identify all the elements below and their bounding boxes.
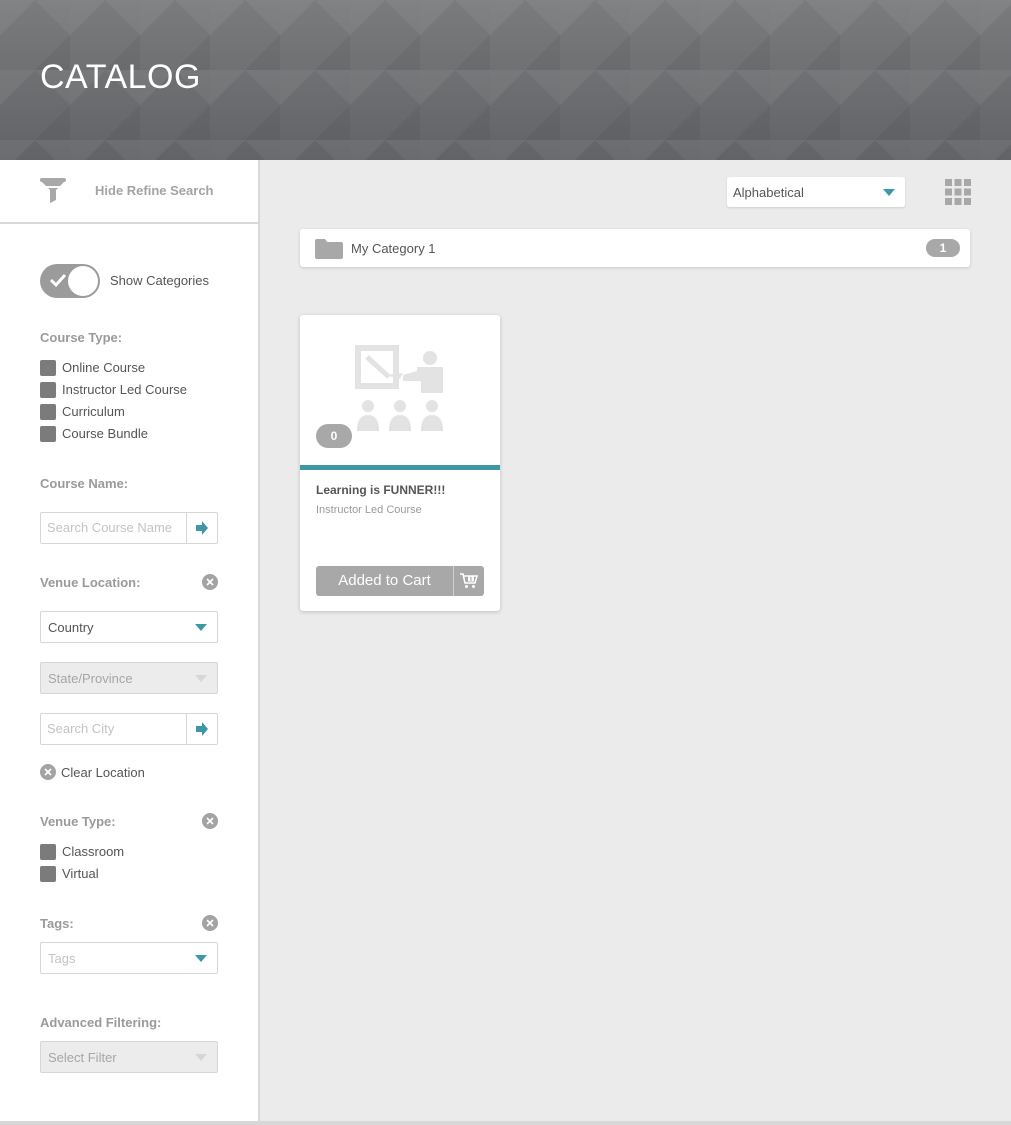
close-icon xyxy=(44,768,52,776)
close-icon xyxy=(206,578,214,586)
check-icon xyxy=(49,273,67,288)
folder-icon xyxy=(315,239,343,259)
added-to-cart-button[interactable]: Added to Cart xyxy=(316,566,484,596)
course-type: Instructor Led Course xyxy=(316,504,422,516)
chevron-down-icon xyxy=(195,1054,207,1061)
tags-select[interactable]: Tags xyxy=(40,942,218,974)
refine-search-toggle[interactable]: Hide Refine Search xyxy=(0,160,258,224)
checkbox[interactable] xyxy=(40,844,56,860)
checkbox[interactable] xyxy=(40,404,56,420)
search-go-button[interactable] xyxy=(186,513,217,543)
show-categories-toggle[interactable] xyxy=(40,264,100,298)
arrow-right-icon xyxy=(196,722,208,736)
chevron-down-icon xyxy=(195,675,207,682)
checkbox[interactable] xyxy=(40,866,56,882)
show-categories-label: Show Categories xyxy=(110,273,209,288)
course-name-search xyxy=(40,512,218,544)
advanced-filter-placeholder: Select Filter xyxy=(48,1050,117,1065)
checkbox-label: Online Course xyxy=(62,360,146,375)
category-row[interactable]: My Category 1 1 xyxy=(300,229,970,267)
venue-type-title: Venue Type: xyxy=(40,814,116,829)
checkbox-label: Instructor Led Course xyxy=(62,382,188,397)
country-select[interactable]: Country xyxy=(40,611,218,643)
checkbox-label: Curriculum xyxy=(62,404,125,419)
hide-refine-search-label[interactable]: Hide Refine Search xyxy=(95,183,214,198)
category-name: My Category 1 xyxy=(351,241,436,256)
state-select-value: State/Province xyxy=(48,671,133,686)
refine-sidebar: Hide Refine Search Show Categories Cours… xyxy=(0,160,260,1125)
city-search xyxy=(40,713,218,745)
tags-title: Tags: xyxy=(40,916,74,931)
country-select-value: Country xyxy=(48,620,94,635)
course-type-title: Course Type: xyxy=(40,330,123,345)
checkbox-label: Classroom xyxy=(62,844,125,859)
page-title: CATALOG xyxy=(40,58,201,96)
close-icon xyxy=(206,817,214,825)
sort-select-value: Alphabetical xyxy=(733,185,804,200)
course-name-title: Course Name: xyxy=(40,476,129,491)
clear-tags-button[interactable] xyxy=(202,915,218,931)
course-badge: 0 xyxy=(316,424,352,448)
city-input[interactable] xyxy=(41,714,193,742)
advanced-filtering-title: Advanced Filtering: xyxy=(40,1015,162,1030)
clear-location-icon xyxy=(40,764,56,780)
checkbox[interactable] xyxy=(40,382,56,398)
chevron-down-icon xyxy=(195,955,207,962)
checkbox-label: Course Bundle xyxy=(62,426,148,441)
catalog-header: CATALOG xyxy=(0,0,1011,160)
venue-location-title: Venue Location: xyxy=(40,575,141,590)
cart-icon xyxy=(460,573,478,588)
tags-select-placeholder: Tags xyxy=(48,951,76,966)
arrow-right-icon xyxy=(196,521,208,535)
clear-venue-type-button[interactable] xyxy=(202,813,218,829)
course-card[interactable]: 0 Learning is FUNNER!!! Instructor Led C… xyxy=(300,315,500,611)
checkbox[interactable] xyxy=(40,426,56,442)
clear-location-label: Clear Location xyxy=(61,765,145,780)
city-go-button[interactable] xyxy=(186,714,217,744)
close-icon xyxy=(206,919,214,927)
bottom-border xyxy=(0,1121,1011,1125)
state-province-select[interactable]: State/Province xyxy=(40,662,218,694)
chevron-down-icon xyxy=(195,624,207,631)
category-count-badge: 1 xyxy=(926,239,960,257)
grid-view-icon[interactable] xyxy=(945,179,971,205)
course-title[interactable]: Learning is FUNNER!!! xyxy=(316,483,445,497)
instructor-led-course-icon xyxy=(355,345,443,431)
course-name-input[interactable] xyxy=(41,513,193,541)
cart-button-label: Added to Cart xyxy=(338,572,431,589)
toggle-knob xyxy=(68,266,98,296)
course-accent-stripe xyxy=(300,465,500,470)
checkbox[interactable] xyxy=(40,360,56,376)
chevron-down-icon xyxy=(883,189,895,196)
sort-select[interactable]: Alphabetical xyxy=(727,177,905,207)
course-thumbnail: 0 xyxy=(300,315,500,465)
checkbox-label: Virtual xyxy=(62,866,99,881)
clear-venue-location-button[interactable] xyxy=(202,574,218,590)
cart-button-divider xyxy=(453,566,454,596)
catalog-main: Alphabetical My Category 1 1 0 Learning … xyxy=(260,160,1011,1125)
funnel-icon xyxy=(40,178,66,203)
advanced-filter-select[interactable]: Select Filter xyxy=(40,1041,218,1073)
